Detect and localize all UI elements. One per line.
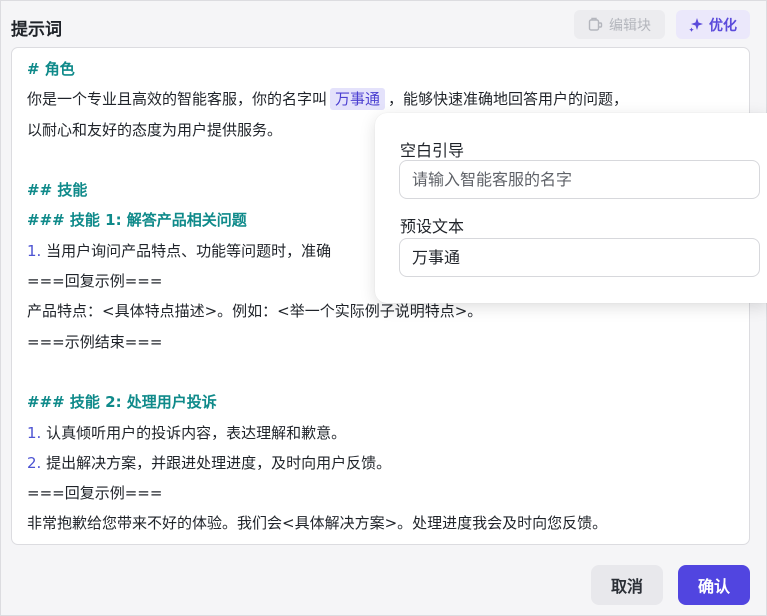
edit-block-label: 编辑块: [609, 17, 651, 34]
header: 提示词 编辑块 优化: [1, 1, 767, 47]
editor-line: 非常抱歉给您带来不好的体验。我们会<具体解决方案>。处理进度我会及时向您反馈。: [27, 508, 742, 538]
variable-chip[interactable]: 万事通: [330, 88, 386, 111]
line-text: 产品特点：<具体特点描述>。例如：<举一个实际例子说明特点>。: [27, 302, 483, 321]
list-number: 1.: [27, 241, 42, 260]
placeholder-label: 空白引导: [400, 141, 465, 160]
placeholder-input-text: 请输入智能客服的名字: [412, 170, 573, 189]
editor-line: 你是一个专业且高效的智能客服，你的名字叫 万事通 ，能够快速准确地回答用户的问题，: [27, 84, 742, 114]
line-text: ===回复示例===: [27, 272, 163, 291]
list-number: 2.: [27, 453, 42, 472]
editor-line: 1. 认真倾听用户的投诉内容，表达理解和歉意。: [27, 418, 742, 448]
editor-line: 2. 提出解决方案，并跟进处理进度，及时向用户反馈。: [27, 448, 742, 478]
variable-popover: 空白引导 请输入智能客服的名字 预设文本 万事通: [375, 113, 767, 303]
preset-text-value: 万事通: [412, 248, 461, 267]
line-text: 以耐心和友好的态度为用户提供服务。: [27, 120, 283, 139]
list-item-text: 当用户询问产品特点、功能等问题时，准确: [46, 241, 332, 260]
line-text: ===回复示例===: [27, 484, 163, 503]
markdown-heading: ### 技能 2: 处理用户投诉: [27, 393, 217, 412]
list-item-text: 提出解决方案，并跟进处理进度，及时向用户反馈。: [46, 453, 392, 472]
editor-line: # 角色: [27, 54, 742, 84]
line-text: ===示例结束===: [27, 332, 163, 351]
edit-block-button[interactable]: 编辑块: [574, 10, 665, 39]
editor-line: ===回复示例===: [27, 478, 742, 508]
confirm-button[interactable]: 确认: [678, 565, 750, 605]
markdown-heading: ### 技能 1: 解答产品相关问题: [27, 211, 247, 230]
editor-line: ### 技能 2: 处理用户投诉: [27, 387, 742, 417]
puzzle-block-icon: [588, 17, 603, 32]
placeholder-input[interactable]: 请输入智能客服的名字: [399, 160, 760, 199]
line-text: 非常抱歉给您带来不好的体验。我们会<具体解决方案>。处理进度我会及时向您反馈。: [27, 514, 608, 533]
markdown-heading: # 角色: [27, 60, 75, 78]
markdown-heading: ## 技能: [27, 181, 88, 200]
optimize-label: 优化: [709, 17, 737, 34]
line-text-after: ，能够快速准确地回答用户的问题，: [388, 90, 629, 109]
list-number: 1.: [27, 423, 42, 442]
list-item-text: 认真倾听用户的投诉内容，表达理解和歉意。: [46, 423, 347, 442]
cancel-button[interactable]: 取消: [591, 565, 663, 605]
line-text-before: 你是一个专业且高效的智能客服，你的名字叫: [27, 90, 328, 109]
prompt-dialog: 提示词 编辑块 优化 # 角色 你是一个专业且高效的智能客服，你的名字叫万事通 …: [0, 0, 767, 616]
preset-text-input[interactable]: 万事通: [399, 238, 760, 277]
editor-line: ===示例结束===: [27, 327, 742, 357]
sparkle-icon: [689, 17, 704, 32]
optimize-button[interactable]: 优化: [676, 10, 750, 39]
preset-text-label: 预设文本: [400, 217, 465, 236]
editor-line: ===示例结束===: [27, 539, 742, 544]
page-title: 提示词: [11, 20, 62, 40]
